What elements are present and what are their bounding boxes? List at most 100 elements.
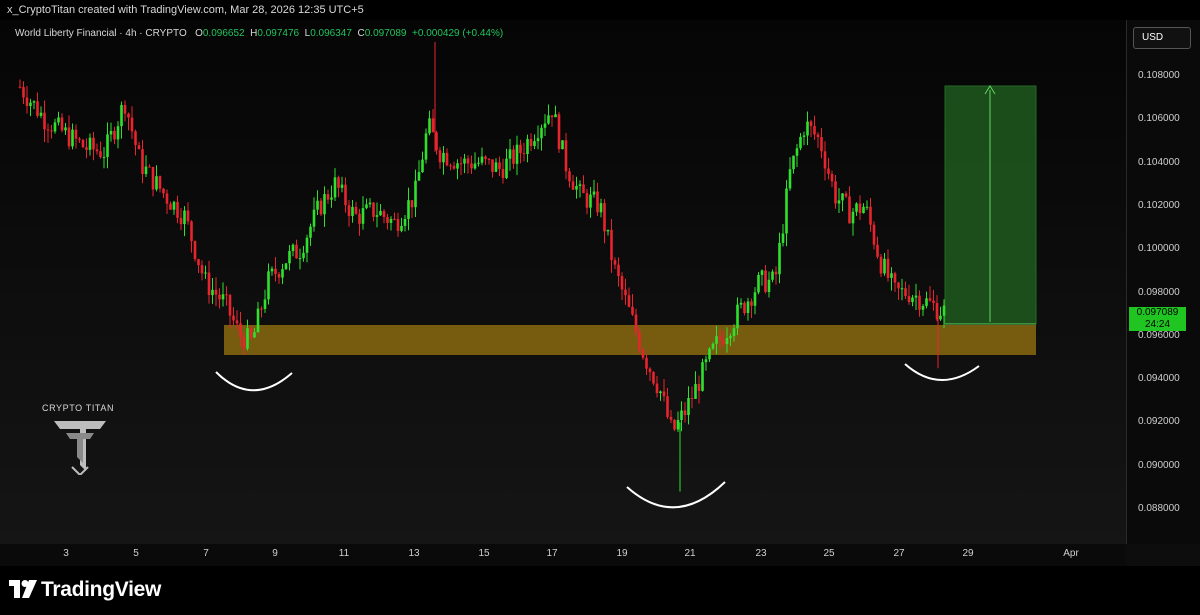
tradingview-logo[interactable]: TradingView — [9, 578, 161, 602]
candle-down — [827, 168, 830, 174]
candle-down — [830, 173, 834, 182]
candle-down — [809, 121, 813, 127]
candle-up — [592, 191, 596, 195]
candle-down — [886, 258, 890, 278]
time-tick: 3 — [63, 548, 69, 559]
candle-down — [617, 264, 620, 277]
candle-up — [865, 206, 869, 208]
candle-down — [382, 211, 386, 217]
candle-down — [673, 419, 676, 430]
candle-down — [844, 193, 848, 197]
candle-up — [298, 258, 302, 260]
candle-up — [536, 138, 540, 142]
crypto-titan-logo-icon — [54, 421, 106, 475]
candle-down — [848, 196, 851, 224]
candle-up — [417, 172, 421, 181]
candle-down — [610, 229, 613, 261]
candle-down — [491, 159, 494, 172]
candle-down — [396, 219, 400, 231]
candle-up — [704, 359, 708, 363]
candle-down — [169, 203, 172, 210]
open-value: 0.096652 — [202, 28, 245, 39]
candle-up — [795, 148, 799, 156]
candle-up — [270, 268, 274, 272]
price-tick: 0.088000 — [1138, 503, 1180, 514]
candle-down — [431, 118, 435, 133]
candle-down — [918, 295, 921, 310]
candle-up — [540, 127, 543, 139]
price-tick: 0.104000 — [1138, 156, 1180, 168]
candle-down — [557, 114, 561, 150]
candle-down — [295, 244, 298, 259]
candle-up — [253, 332, 256, 338]
candle-down — [876, 244, 879, 257]
candle-up — [39, 112, 43, 116]
candle-down — [484, 156, 487, 159]
open-key: O — [195, 28, 203, 39]
candle-up — [102, 157, 106, 159]
candle-up — [792, 155, 795, 170]
candle-down — [148, 166, 151, 168]
candle-down — [277, 274, 281, 278]
candle-down — [274, 268, 277, 275]
candle-down — [95, 149, 99, 152]
candle-up — [309, 226, 312, 238]
candle-up — [106, 134, 109, 158]
candle-down — [176, 201, 179, 218]
candle-down — [697, 383, 701, 391]
candle-up — [694, 383, 697, 399]
candle-down — [928, 298, 932, 301]
candle-up — [676, 419, 680, 430]
candle-up — [855, 203, 858, 212]
candle-down — [235, 320, 239, 324]
candle-up — [778, 242, 781, 275]
candle-down — [529, 139, 533, 147]
bottom-arc-left — [215, 371, 293, 392]
candle-down — [242, 337, 246, 349]
candle-down — [662, 391, 666, 397]
time-axis[interactable] — [0, 544, 1126, 566]
candle-up — [204, 272, 207, 274]
candle-up — [914, 295, 918, 298]
candle-up — [729, 336, 732, 339]
candle-up — [939, 315, 942, 320]
candle-down — [879, 256, 883, 274]
candle-down — [645, 357, 648, 369]
candle-up — [428, 118, 431, 134]
candle-down — [123, 105, 127, 114]
candle-down — [764, 270, 767, 292]
candle-up — [736, 304, 739, 329]
candle-up — [760, 270, 764, 275]
candle-up — [116, 126, 120, 140]
time-tick: 15 — [478, 548, 490, 559]
candle-down — [750, 301, 753, 306]
candle-up — [211, 289, 214, 296]
candle-down — [466, 158, 470, 164]
symbol-label: World Liberty Financial · 4h · CRYPTO — [15, 28, 187, 39]
candle-up — [64, 127, 67, 131]
candle-down — [512, 149, 515, 164]
time-tick: 29 — [962, 548, 974, 559]
candle-down — [186, 210, 190, 222]
candle-up — [547, 115, 550, 124]
candle-down — [907, 296, 911, 302]
candle-up — [515, 144, 519, 164]
time-tick: 9 — [272, 548, 278, 559]
candlestick-chart[interactable] — [0, 20, 1126, 544]
currency-button[interactable]: USD — [1133, 27, 1191, 49]
candle-down — [36, 101, 39, 116]
candle-up — [120, 105, 123, 127]
candle-up — [746, 301, 750, 314]
candle-up — [767, 279, 771, 292]
candle-down — [435, 132, 438, 151]
candle-up — [183, 210, 186, 225]
candle-up — [851, 211, 855, 224]
candle-down — [337, 177, 340, 188]
candle-down — [816, 134, 820, 138]
candle-up — [155, 176, 158, 190]
candle-up — [925, 298, 928, 306]
candle-down — [158, 176, 162, 189]
candle-up — [725, 338, 729, 344]
price-tick: 0.090000 — [1138, 459, 1180, 471]
candle-down — [627, 295, 631, 307]
